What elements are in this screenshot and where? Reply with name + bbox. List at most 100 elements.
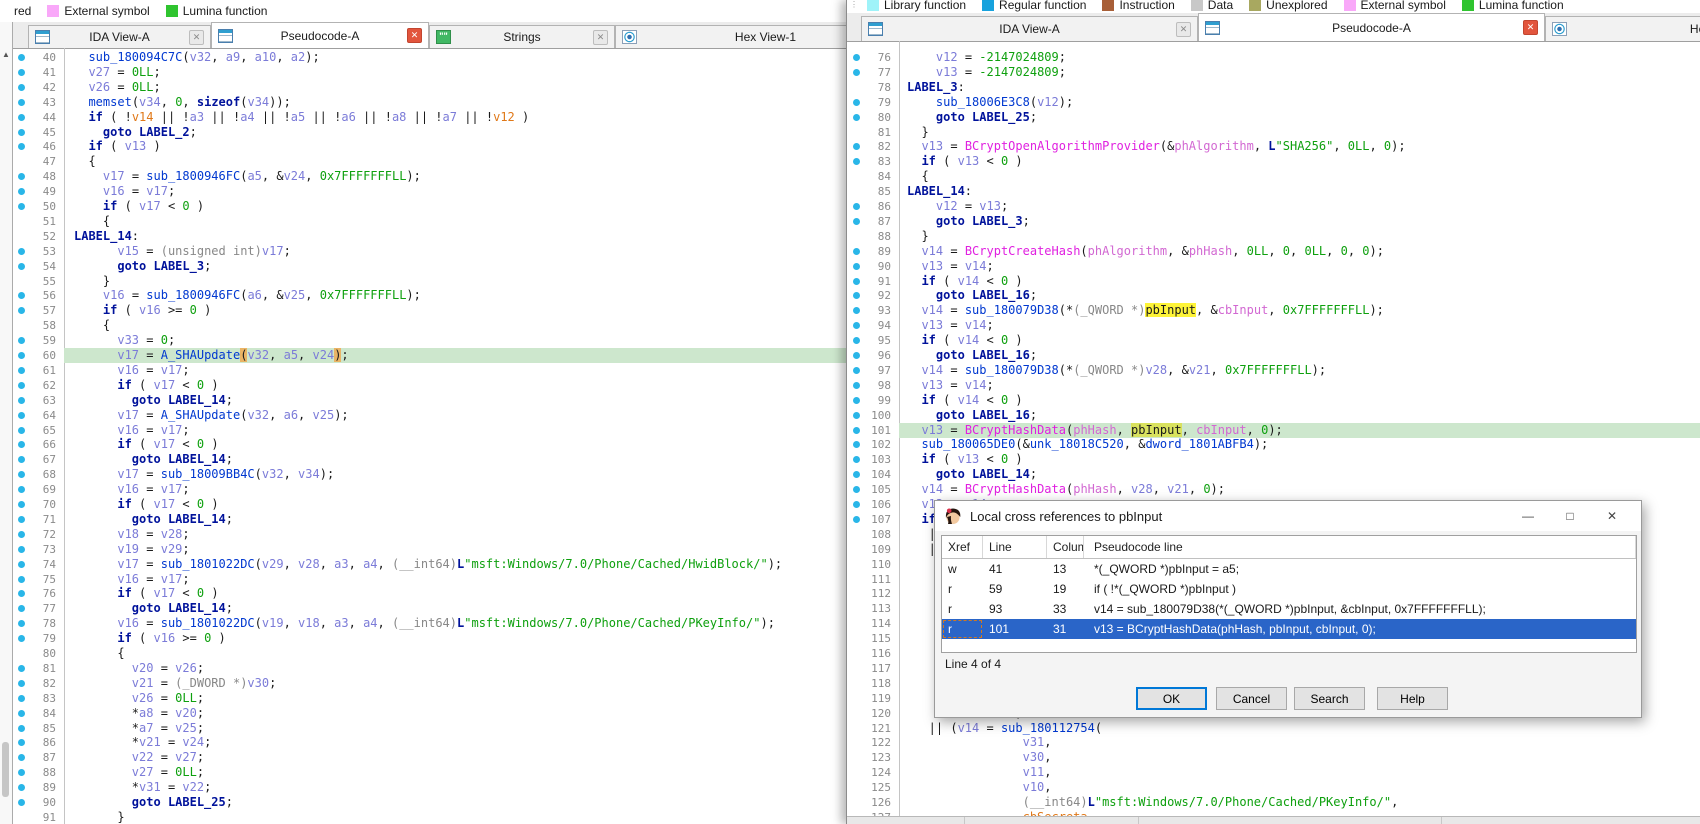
code-line[interactable]: 72 v18 = v28; [0,527,846,542]
code-line[interactable]: 121 || (v14 = sub_180112754( [847,721,1700,736]
column-header-pseudocode-line[interactable]: Pseudocode line [1084,536,1636,558]
xref-row[interactable]: r9333v14 = sub_180079D38(*(_QWORD *)pbIn… [942,599,1636,619]
code-line[interactable]: 88 } [847,229,1700,244]
code-line[interactable]: 89 v14 = BCryptCreateHash(phAlgorithm, &… [847,244,1700,259]
column-header-line[interactable]: Line [983,536,1047,558]
code-line[interactable]: 86 v12 = v13; [847,199,1700,214]
help-button[interactable]: Help [1377,687,1448,710]
code-line[interactable]: 68 v17 = sub_18009BB4C(v32, v34); [0,467,846,482]
code-line[interactable]: 86 *v21 = v24; [0,735,846,750]
code-line[interactable]: 85LABEL_14: [847,184,1700,199]
code-line[interactable]: 101 v13 = BCryptHashData(phHash, pbInput… [847,423,1700,438]
code-line[interactable]: 87 v22 = v27; [0,750,846,765]
code-line[interactable]: 61 v16 = v17; [0,363,846,378]
code-line[interactable]: 124 v11, [847,765,1700,780]
code-line[interactable]: 78LABEL_3: [847,80,1700,95]
code-line[interactable]: 64 v17 = A_SHAUpdate(v32, a6, v25); [0,408,846,423]
tab-hex-view-1[interactable]: Hex View-1 [615,25,846,48]
code-line[interactable]: 79 if ( v16 >= 0 ) [0,631,846,646]
code-line[interactable]: 122 v31, [847,735,1700,750]
code-line[interactable]: 80 goto LABEL_25; [847,110,1700,125]
code-line[interactable]: 91 if ( v14 < 0 ) [847,274,1700,289]
code-line[interactable]: 42 v26 = 0LL; [0,80,846,95]
minimize-icon[interactable]: — [1507,501,1549,531]
close-tab-icon[interactable]: ✕ [1176,22,1191,37]
code-line[interactable]: 103 if ( v13 < 0 ) [847,452,1700,467]
code-line[interactable]: 57 if ( v16 >= 0 ) [0,303,846,318]
code-line[interactable]: 65 v16 = v17; [0,423,846,438]
close-tab-icon[interactable]: ✕ [1523,20,1538,35]
code-line[interactable]: 83 v26 = 0LL; [0,691,846,706]
code-line[interactable]: 94 v13 = v14; [847,318,1700,333]
code-line[interactable]: 126 (__int64)L"msft:Windows/7.0/Phone/Ca… [847,795,1700,810]
code-line[interactable]: 77 goto LABEL_14; [0,601,846,616]
code-line[interactable]: 59 v33 = 0; [0,333,846,348]
tab-hex-view-1[interactable]: Hex View-1 [1545,16,1700,41]
code-line[interactable]: 87 goto LABEL_3; [847,214,1700,229]
tab-pseudocode-a[interactable]: Pseudocode-A✕ [1198,13,1545,41]
code-line[interactable]: 81 } [847,125,1700,140]
tab-strings[interactable]: ""Strings✕ [429,25,615,48]
code-line[interactable]: 104 goto LABEL_14; [847,467,1700,482]
search-button[interactable]: Search [1294,687,1365,710]
code-line[interactable]: 90 v13 = v14; [847,259,1700,274]
tab-ida-view-a[interactable]: IDA View-A✕ [861,16,1198,41]
code-line[interactable]: 66 if ( v17 < 0 ) [0,437,846,452]
code-line[interactable]: 89 *v31 = v22; [0,780,846,795]
ok-button[interactable]: OK [1136,687,1207,710]
code-line[interactable]: 83 if ( v13 < 0 ) [847,154,1700,169]
close-icon[interactable]: ✕ [1591,501,1633,531]
code-line[interactable]: 50 if ( v17 < 0 ) [0,199,846,214]
code-line[interactable]: 44 if ( !v14 || !a3 || !a4 || !a5 || !a6… [0,110,846,125]
code-line[interactable]: 98 v13 = v14; [847,378,1700,393]
code-line[interactable]: 55 } [0,274,846,289]
column-header-column[interactable]: Column [1047,536,1084,558]
code-line[interactable]: 91 } [0,810,846,824]
code-line[interactable]: 75 v16 = v17; [0,572,846,587]
dialog-titlebar[interactable]: Local cross references to pbInput — □ ✕ [935,501,1641,531]
code-line[interactable]: 46 if ( v13 ) [0,139,846,154]
code-line[interactable]: 47 { [0,154,846,169]
close-tab-icon[interactable]: ✕ [189,30,204,45]
close-tab-icon[interactable]: ✕ [407,28,422,43]
xref-row[interactable]: r10131v13 = BCryptHashData(phHash, pbInp… [942,619,1636,639]
xref-row[interactable]: r5919if ( !*(_QWORD *)pbInput ) [942,579,1636,599]
code-line[interactable]: 69 v16 = v17; [0,482,846,497]
code-line[interactable]: 81 v20 = v26; [0,661,846,676]
code-line[interactable]: 41 v27 = 0LL; [0,65,846,80]
xref-row[interactable]: w4113*(_QWORD *)pbInput = a5; [942,559,1636,579]
code-line[interactable]: 43 memset(v34, 0, sizeof(v34)); [0,95,846,110]
code-line[interactable]: 40 sub_180094C7C(v32, a9, a10, a2); [0,50,846,65]
code-line[interactable]: 63 goto LABEL_14; [0,393,846,408]
tab-pseudocode-a[interactable]: Pseudocode-A✕ [211,22,429,48]
code-line[interactable]: 93 v14 = sub_180079D38(*(_QWORD *)pbInpu… [847,303,1700,318]
code-line[interactable]: 54 goto LABEL_3; [0,259,846,274]
code-line[interactable]: 78 v16 = sub_1801022DC(v19, v18, a3, a4,… [0,616,846,631]
code-line[interactable]: 125 v10, [847,780,1700,795]
code-line[interactable]: 84 *a8 = v20; [0,706,846,721]
code-line[interactable]: 85 *a7 = v25; [0,721,846,736]
code-line[interactable]: 82 v13 = BCryptOpenAlgorithmProvider(&ph… [847,139,1700,154]
code-line[interactable]: 88 v27 = 0LL; [0,765,846,780]
maximize-icon[interactable]: □ [1549,501,1591,531]
code-line[interactable]: 82 v21 = (_DWORD *)v30; [0,676,846,691]
code-line[interactable]: 73 v19 = v29; [0,542,846,557]
code-line[interactable]: 71 goto LABEL_14; [0,512,846,527]
code-line[interactable]: 76 v12 = -2147024809; [847,50,1700,65]
column-header-xref[interactable]: Xref [942,536,983,558]
code-line[interactable]: 52LABEL_14: [0,229,846,244]
code-line[interactable]: 79 sub_18006E3C8(v12); [847,95,1700,110]
code-line[interactable]: 100 goto LABEL_16; [847,408,1700,423]
cancel-button[interactable]: Cancel [1216,687,1287,710]
code-line[interactable]: 102 sub_180065DE0(&unk_18018C520, &dword… [847,437,1700,452]
code-line[interactable]: 56 v16 = sub_1800946FC(a6, &v25, 0x7FFFF… [0,288,846,303]
code-line[interactable]: 105 v14 = BCryptHashData(phHash, v28, v2… [847,482,1700,497]
code-line[interactable]: 95 if ( v14 < 0 ) [847,333,1700,348]
code-line[interactable]: 123 v30, [847,750,1700,765]
code-line[interactable]: 80 { [0,646,846,661]
code-line[interactable]: 96 goto LABEL_16; [847,348,1700,363]
tab-ida-view-a[interactable]: IDA View-A✕ [28,25,211,48]
close-tab-icon[interactable]: ✕ [593,30,608,45]
code-line[interactable]: 84 { [847,169,1700,184]
code-line[interactable]: 60 v17 = A_SHAUpdate(v32, a5, v24); [0,348,846,363]
